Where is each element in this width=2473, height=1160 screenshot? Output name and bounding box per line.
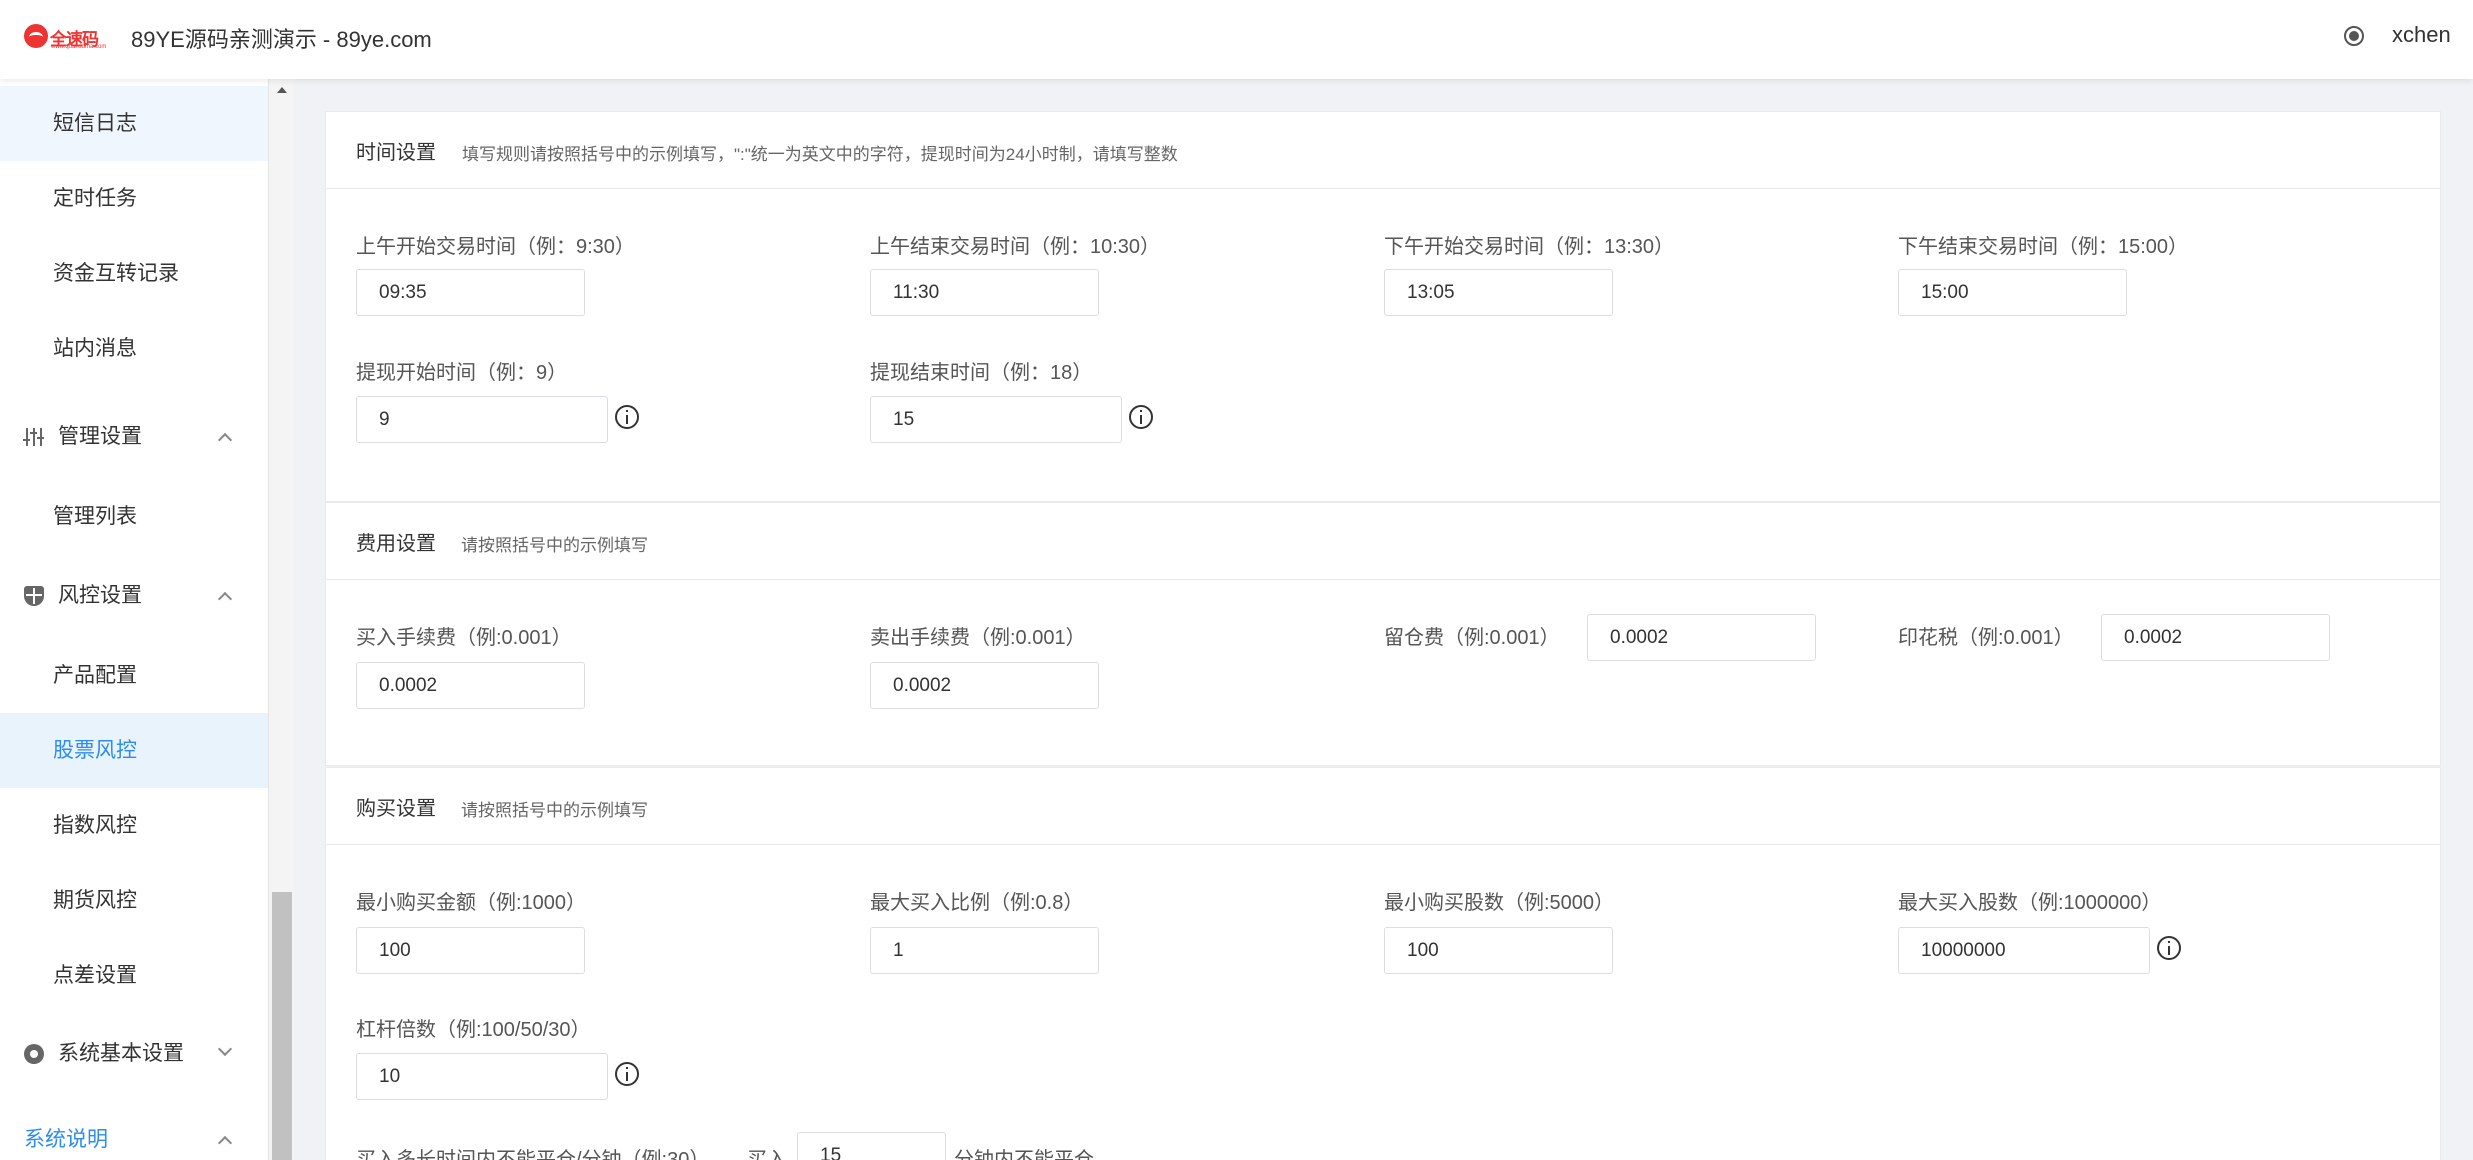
sidebar-group-label: 管理设置 <box>58 425 142 448</box>
sidebar-item-messages[interactable]: 站内消息 <box>0 311 268 386</box>
withdraw-start-label: 提现开始时间（例：9） <box>356 362 568 384</box>
card-header: 购买设置 请按照括号中的示例填写 <box>326 768 2440 845</box>
stamp-tax-label: 印花税（例:0.001） <box>1898 627 2074 649</box>
withdraw-start-input[interactable]: 9 <box>356 396 608 443</box>
withdraw-end-label: 提现结束时间（例：18） <box>870 362 1093 384</box>
buy-fee-label: 买入手续费（例:0.001） <box>356 627 572 649</box>
leverage-input[interactable]: 10 <box>356 1053 608 1100</box>
holding-fee-input[interactable]: 0.0002 <box>1587 614 1816 661</box>
max-buy-ratio-label: 最大买入比例（例:0.8） <box>870 892 1084 914</box>
pm-end-input[interactable]: 15:00 <box>1898 269 2127 316</box>
sidebar-item-spread-settings[interactable]: 点差设置 <box>0 938 268 1013</box>
sidebar-item-futures-risk[interactable]: 期货风控 <box>0 863 268 938</box>
card-title: 费用设置 <box>356 533 436 555</box>
sidebar-item-fund-transfer[interactable]: 资金互转记录 <box>0 236 268 311</box>
card-title: 时间设置 <box>356 142 436 164</box>
scroll-thumb[interactable] <box>272 892 292 1160</box>
buy-settings-card: 购买设置 请按照括号中的示例填写 最小购买金额（例:1000） 100 最大买入… <box>325 767 2441 1160</box>
sidebar-item-index-risk[interactable]: 指数风控 <box>0 788 268 863</box>
theme-toggle-icon[interactable] <box>2344 26 2364 46</box>
card-header: 费用设置 请按照括号中的示例填写 <box>326 503 2440 580</box>
am-end-input[interactable]: 11:30 <box>870 269 1099 316</box>
shield-icon <box>24 586 44 606</box>
scroll-up-arrow-icon[interactable] <box>277 87 287 93</box>
min-buy-shares-label: 最小购买股数（例:5000） <box>1384 892 1615 914</box>
max-buy-ratio-input[interactable]: 1 <box>870 927 1099 974</box>
time-settings-card: 时间设置 填写规则请按照括号中的示例填写，":"统一为英文中的字符，提现时间为2… <box>325 111 2441 502</box>
stamp-tax-input[interactable]: 0.0002 <box>2101 614 2330 661</box>
info-icon[interactable] <box>1129 405 1153 429</box>
info-icon[interactable] <box>615 1062 639 1086</box>
sidebar-item-sms-log[interactable]: 短信日志 <box>0 86 268 161</box>
chevron-up-icon <box>217 1135 233 1151</box>
sidebar-group-admin-settings[interactable]: 管理设置 <box>0 399 268 474</box>
sidebar: 短信日志 定时任务 资金互转记录 站内消息 管理设置 管理列表 风控设置 产品配… <box>0 79 268 1160</box>
sidebar-item-stock-risk[interactable]: 股票风控 <box>0 713 268 788</box>
card-header: 时间设置 填写规则请按照括号中的示例填写，":"统一为英文中的字符，提现时间为2… <box>326 112 2440 189</box>
pm-start-label: 下午开始交易时间（例：13:30） <box>1384 236 1675 258</box>
sidebar-scrollbar[interactable] <box>268 79 294 1160</box>
sidebar-item-admin-list[interactable]: 管理列表 <box>0 479 268 554</box>
sell-fee-label: 卖出手续费（例:0.001） <box>870 627 1086 649</box>
brand-logo[interactable]: 全速码 www.quansuma.com <box>24 22 106 50</box>
gear-icon <box>24 1044 44 1064</box>
sidebar-group-risk-settings[interactable]: 风控设置 <box>0 558 268 633</box>
pm-start-input[interactable]: 13:05 <box>1384 269 1613 316</box>
min-buy-amount-input[interactable]: 100 <box>356 927 585 974</box>
buy-fee-input[interactable]: 0.0002 <box>356 662 585 709</box>
pm-end-label: 下午结束交易时间（例：15:00） <box>1898 236 2189 258</box>
withdraw-end-input[interactable]: 15 <box>870 396 1122 443</box>
card-note: 请按照括号中的示例填写 <box>461 801 648 820</box>
sell-fee-input[interactable]: 0.0002 <box>870 662 1099 709</box>
logo-mark <box>24 24 48 48</box>
no-close-prefix: 买入 <box>747 1149 787 1160</box>
sidebar-item-scheduled-tasks[interactable]: 定时任务 <box>0 161 268 236</box>
card-title: 购买设置 <box>356 798 436 820</box>
sidebar-item-product-config[interactable]: 产品配置 <box>0 638 268 713</box>
card-note: 填写规则请按照括号中的示例填写，":"统一为英文中的字符，提现时间为24小时制，… <box>462 145 1178 164</box>
sidebar-group-label: 系统说明 <box>24 1128 108 1151</box>
site-title: 89YE源码亲测演示 - 89ye.com <box>131 27 432 52</box>
no-close-minutes-input[interactable]: 15 <box>797 1132 946 1160</box>
max-buy-shares-label: 最大买入股数（例:1000000） <box>1898 892 2162 914</box>
user-menu[interactable]: xchen <box>2392 22 2451 48</box>
min-buy-shares-input[interactable]: 100 <box>1384 927 1613 974</box>
fee-settings-card: 费用设置 请按照括号中的示例填写 买入手续费（例:0.001） 0.0002 卖… <box>325 502 2441 766</box>
am-start-input[interactable]: 09:35 <box>356 269 585 316</box>
info-icon[interactable] <box>2157 936 2181 960</box>
logo-subtext: www.quansuma.com <box>51 44 107 50</box>
card-note: 请按照括号中的示例填写 <box>461 536 648 555</box>
chevron-up-icon <box>217 432 233 448</box>
am-start-label: 上午开始交易时间（例：9:30） <box>356 236 635 258</box>
no-close-period-label: 买入多长时间内不能平仓/分钟（例:30） <box>356 1149 710 1160</box>
holding-fee-label: 留仓费（例:0.001） <box>1384 627 1560 649</box>
min-buy-amount-label: 最小购买金额（例:1000） <box>356 892 587 914</box>
sliders-icon <box>23 427 44 447</box>
chevron-down-icon <box>217 1041 233 1057</box>
sidebar-group-label: 系统基本设置 <box>58 1042 184 1065</box>
max-buy-shares-input[interactable]: 10000000 <box>1898 927 2150 974</box>
am-end-label: 上午结束交易时间（例：10:30） <box>870 236 1161 258</box>
sidebar-group-system-docs[interactable]: 系统说明 <box>0 1102 268 1160</box>
chevron-up-icon <box>217 591 233 607</box>
sidebar-group-system-settings[interactable]: 系统基本设置 <box>0 1016 268 1091</box>
no-close-suffix: 分钟内不能平仓 <box>954 1149 1094 1160</box>
leverage-label: 杠杆倍数（例:100/50/30） <box>356 1019 591 1041</box>
info-icon[interactable] <box>615 405 639 429</box>
sidebar-group-label: 风控设置 <box>58 584 142 607</box>
top-header: 全速码 www.quansuma.com 89YE源码亲测演示 - 89ye.c… <box>0 0 2473 79</box>
